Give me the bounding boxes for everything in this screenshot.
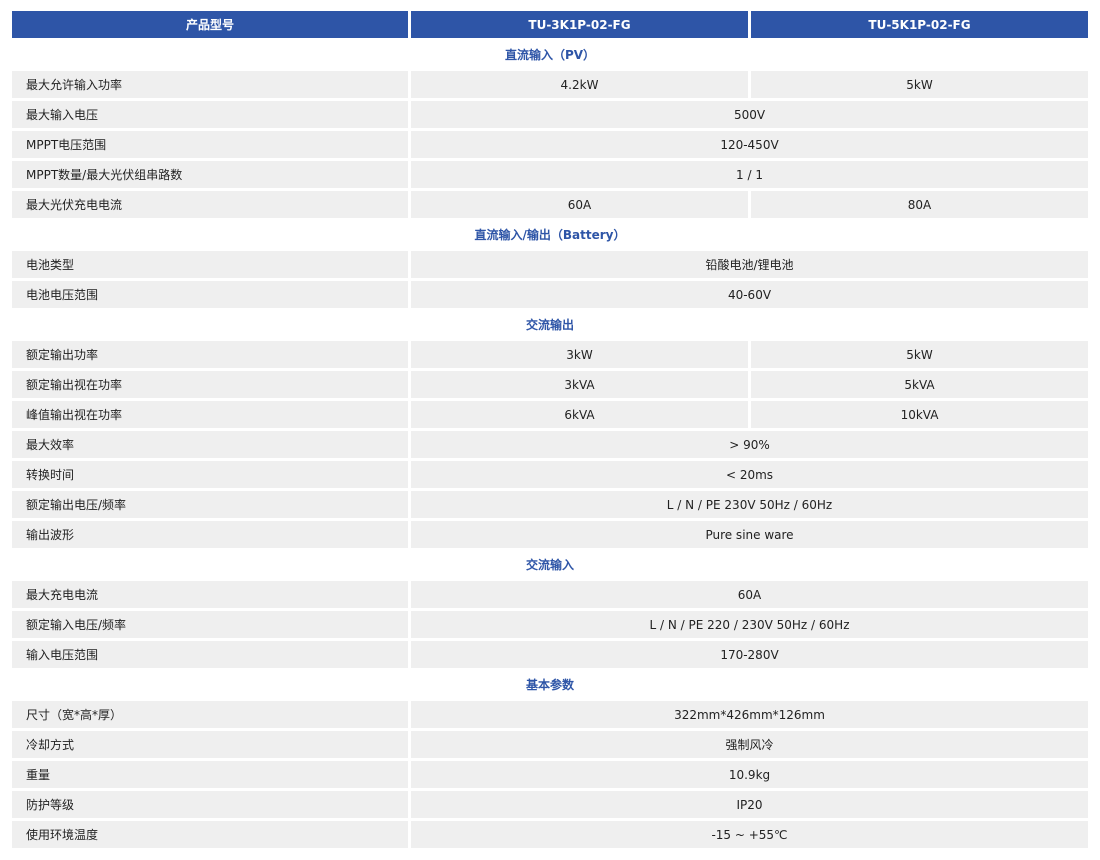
row-label: 输入电压范围 xyxy=(12,641,408,668)
table-row: 最大光伏充电电流 60A 80A xyxy=(12,191,1088,218)
table-row: 电池电压范围 40-60V xyxy=(12,281,1088,308)
row-value: 40-60V xyxy=(411,281,1088,308)
row-label: 最大光伏充电电流 xyxy=(12,191,408,218)
row-value: 322mm*426mm*126mm xyxy=(411,701,1088,728)
table-row: 额定输出电压/频率 L / N / PE 230V 50Hz / 60Hz xyxy=(12,491,1088,518)
row-label: 最大效率 xyxy=(12,431,408,458)
row-value: L / N / PE 230V 50Hz / 60Hz xyxy=(411,491,1088,518)
table-row: 最大充电电流 60A xyxy=(12,581,1088,608)
row-label: 额定输出功率 xyxy=(12,341,408,368)
row-value: 铅酸电池/锂电池 xyxy=(411,251,1088,278)
table-row: 尺寸（宽*高*厚） 322mm*426mm*126mm xyxy=(12,701,1088,728)
row-value-model-2: 10kVA xyxy=(751,401,1088,428)
row-value-model-2: 80A xyxy=(751,191,1088,218)
row-value-model-2: 5kVA xyxy=(751,371,1088,398)
table-row: 输入电压范围 170-280V xyxy=(12,641,1088,668)
row-value: 强制风冷 xyxy=(411,731,1088,758)
header-model-2: TU-5K1P-02-FG xyxy=(751,11,1088,38)
row-value: 60A xyxy=(411,581,1088,608)
row-label: 重量 xyxy=(12,761,408,788)
row-value: 500V xyxy=(411,101,1088,128)
section-title: 直流输入/输出（Battery） xyxy=(12,221,1088,248)
row-label: 最大充电电流 xyxy=(12,581,408,608)
row-label: 使用环境温度 xyxy=(12,821,408,848)
section-title: 交流输出 xyxy=(12,311,1088,338)
header-row: 产品型号 TU-3K1P-02-FG TU-5K1P-02-FG xyxy=(12,11,1088,38)
table-row: 额定输入电压/频率 L / N / PE 220 / 230V 50Hz / 60… xyxy=(12,611,1088,638)
section-title: 直流输入（PV） xyxy=(12,41,1088,68)
header-label: 产品型号 xyxy=(12,11,408,38)
table-row: MPPT电压范围 120-450V xyxy=(12,131,1088,158)
table-row: 额定输出功率 3kW 5kW xyxy=(12,341,1088,368)
row-label: 额定输入电压/频率 xyxy=(12,611,408,638)
row-value: L / N / PE 220 / 230V 50Hz / 60Hz xyxy=(411,611,1088,638)
row-value: 10.9kg xyxy=(411,761,1088,788)
row-value-model-1: 3kVA xyxy=(411,371,748,398)
row-label: 额定输出电压/频率 xyxy=(12,491,408,518)
row-value: < 20ms xyxy=(411,461,1088,488)
row-label: 转换时间 xyxy=(12,461,408,488)
row-label: 额定输出视在功率 xyxy=(12,371,408,398)
row-value: -15 ~ +55℃ xyxy=(411,821,1088,848)
section-title: 交流输入 xyxy=(12,551,1088,578)
sections-container: 直流输入（PV） 最大允许输入功率 4.2kW 5kW 最大输入电压 500V MPPT电压… xyxy=(12,41,1088,848)
row-label: 电池类型 xyxy=(12,251,408,278)
table-row: 最大允许输入功率 4.2kW 5kW xyxy=(12,71,1088,98)
row-label: 输出波形 xyxy=(12,521,408,548)
row-value: 1 / 1 xyxy=(411,161,1088,188)
row-value: Pure sine ware xyxy=(411,521,1088,548)
table-row: 使用环境温度 -15 ~ +55℃ xyxy=(12,821,1088,848)
row-value: > 90% xyxy=(411,431,1088,458)
header-model-1: TU-3K1P-02-FG xyxy=(411,11,748,38)
table-row: 转换时间 < 20ms xyxy=(12,461,1088,488)
section-title: 基本参数 xyxy=(12,671,1088,698)
table-row: 防护等级 IP20 xyxy=(12,791,1088,818)
row-label: 电池电压范围 xyxy=(12,281,408,308)
row-value-model-1: 3kW xyxy=(411,341,748,368)
table-row: 最大输入电压 500V xyxy=(12,101,1088,128)
row-label: 最大输入电压 xyxy=(12,101,408,128)
row-value: 120-450V xyxy=(411,131,1088,158)
row-label: 最大允许输入功率 xyxy=(12,71,408,98)
table-row: 峰值输出视在功率 6kVA 10kVA xyxy=(12,401,1088,428)
row-value-model-1: 6kVA xyxy=(411,401,748,428)
row-label: 尺寸（宽*高*厚） xyxy=(12,701,408,728)
row-label: MPPT数量/最大光伏组串路数 xyxy=(12,161,408,188)
row-value-model-2: 5kW xyxy=(751,341,1088,368)
table-row: 最大效率 > 90% xyxy=(12,431,1088,458)
row-value-model-1: 4.2kW xyxy=(411,71,748,98)
spec-table: 产品型号 TU-3K1P-02-FG TU-5K1P-02-FG 直流输入（PV… xyxy=(12,11,1088,851)
row-value-model-1: 60A xyxy=(411,191,748,218)
row-value-model-2: 5kW xyxy=(751,71,1088,98)
row-label: 防护等级 xyxy=(12,791,408,818)
table-row: MPPT数量/最大光伏组串路数 1 / 1 xyxy=(12,161,1088,188)
row-label: MPPT电压范围 xyxy=(12,131,408,158)
row-value: 170-280V xyxy=(411,641,1088,668)
table-row: 电池类型 铅酸电池/锂电池 xyxy=(12,251,1088,278)
row-label: 冷却方式 xyxy=(12,731,408,758)
table-row: 重量 10.9kg xyxy=(12,761,1088,788)
row-value: IP20 xyxy=(411,791,1088,818)
row-label: 峰值输出视在功率 xyxy=(12,401,408,428)
table-row: 额定输出视在功率 3kVA 5kVA xyxy=(12,371,1088,398)
table-row: 输出波形 Pure sine ware xyxy=(12,521,1088,548)
table-row: 冷却方式 强制风冷 xyxy=(12,731,1088,758)
